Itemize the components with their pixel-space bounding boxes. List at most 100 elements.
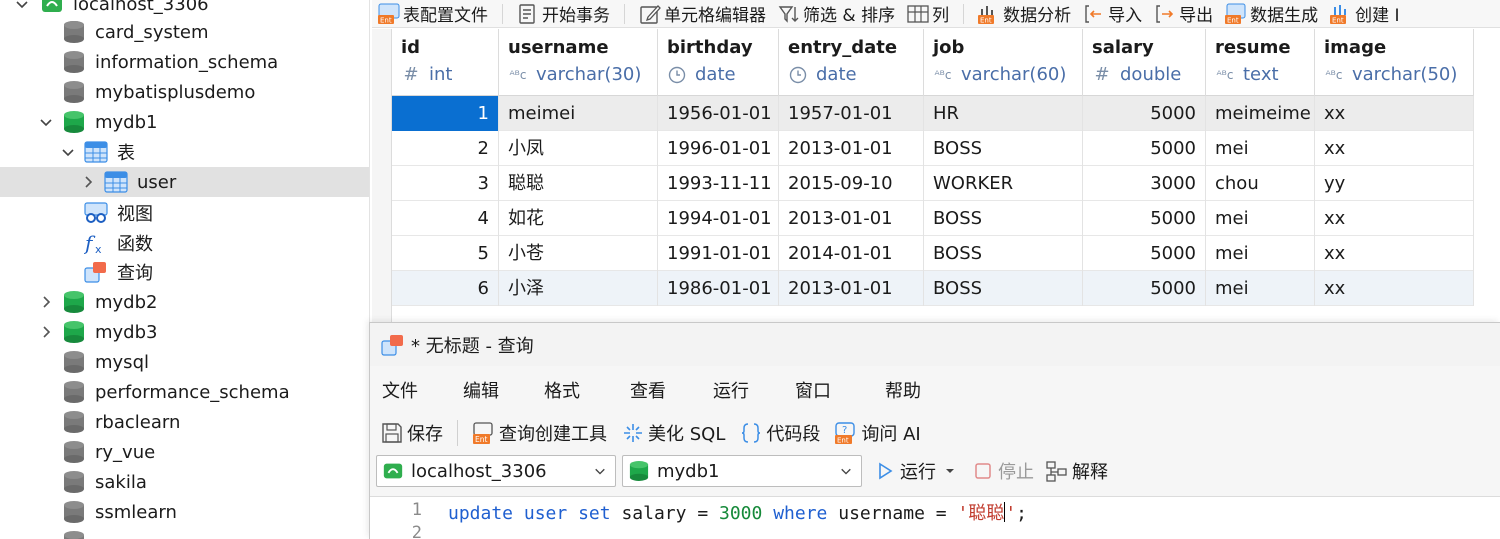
cell-entry-date[interactable]: 2014-01-01 — [779, 236, 924, 271]
cell-id[interactable]: 2 — [392, 131, 499, 166]
caret-down-icon[interactable] — [944, 460, 956, 482]
column-header-resume[interactable]: resume ᴬᴮc text — [1206, 29, 1315, 96]
tree-db-mysql[interactable]: mysql — [0, 347, 369, 377]
cell-id[interactable]: 4 — [392, 201, 499, 236]
column-header-salary[interactable]: salary # double — [1083, 29, 1206, 96]
cell-salary[interactable]: 5000 — [1083, 271, 1206, 306]
menu-window[interactable]: 窗口 — [795, 377, 831, 403]
column-header-entry-date[interactable]: entry_date date — [779, 29, 924, 96]
chevron-right-icon[interactable] — [38, 324, 54, 340]
cell-editor-button[interactable]: 单元格编辑器 — [633, 0, 772, 27]
cell-birthday[interactable]: 1994-01-01 — [658, 201, 779, 236]
chevron-down-icon[interactable] — [60, 144, 76, 160]
cell-username[interactable]: 小泽 — [499, 271, 658, 306]
data-analysis-button[interactable]: Ent 数据分析 — [972, 0, 1077, 27]
cell-resume[interactable]: chou — [1206, 166, 1315, 201]
cell-job[interactable]: BOSS — [924, 236, 1083, 271]
cell-entry-date[interactable]: 2015-09-10 — [779, 166, 924, 201]
stop-button[interactable]: 停止 — [966, 455, 1040, 487]
code-snippet-button[interactable]: 代码段 — [735, 418, 824, 448]
tree-db-mybatisplusdemo[interactable]: mybatisplusdemo — [0, 77, 369, 107]
cell-job[interactable]: BOSS — [924, 271, 1083, 306]
column-header-job[interactable]: job ᴬᴮc varchar(60) — [924, 29, 1083, 96]
create-button[interactable]: Ent 创建 I — [1324, 0, 1405, 27]
table-row[interactable]: 1 meimei 1956-01-01 1957-01-01 HR 5000 m… — [392, 96, 1474, 131]
cell-id[interactable]: 6 — [392, 271, 499, 306]
menu-format[interactable]: 格式 — [544, 377, 580, 403]
cell-entry-date[interactable]: 1957-01-01 — [779, 96, 924, 131]
cell-resume[interactable]: mei — [1206, 236, 1315, 271]
tree-db-sakila[interactable]: sakila — [0, 467, 369, 497]
save-button[interactable]: 保存 — [376, 418, 447, 448]
cell-job[interactable]: BOSS — [924, 201, 1083, 236]
cell-birthday[interactable]: 1956-01-01 — [658, 96, 779, 131]
cell-username[interactable]: 聪聪 — [499, 166, 658, 201]
cell-image[interactable]: xx — [1315, 201, 1474, 236]
cell-salary[interactable]: 5000 — [1083, 201, 1206, 236]
cell-id[interactable]: 5 — [392, 236, 499, 271]
tree-db-ssmlearn[interactable]: ssmlearn — [0, 497, 369, 527]
cell-image[interactable]: xx — [1315, 271, 1474, 306]
cell-job[interactable]: WORKER — [924, 166, 1083, 201]
chevron-down-icon[interactable] — [593, 464, 607, 478]
cell-username[interactable]: 如花 — [499, 201, 658, 236]
cell-entry-date[interactable]: 2013-01-01 — [779, 131, 924, 166]
cell-username[interactable]: 小苍 — [499, 236, 658, 271]
export-button[interactable]: 导出 — [1148, 0, 1219, 27]
cell-birthday[interactable]: 1993-11-11 — [658, 166, 779, 201]
import-button[interactable]: 导入 — [1077, 0, 1148, 27]
cell-id[interactable]: 3 — [392, 166, 499, 201]
tree-tables-folder[interactable]: 表 — [0, 137, 369, 167]
cell-username[interactable]: meimei — [499, 96, 658, 131]
cell-job[interactable]: HR — [924, 96, 1083, 131]
cell-job[interactable]: BOSS — [924, 131, 1083, 166]
data-generation-button[interactable]: Ent 数据生成 — [1219, 0, 1324, 27]
table-row[interactable]: 2 小凤 1996-01-01 2013-01-01 BOSS 5000 mei… — [392, 131, 1474, 166]
explain-button[interactable]: 解释 — [1040, 455, 1114, 487]
chevron-down-icon[interactable] — [839, 464, 853, 478]
cell-image[interactable]: xx — [1315, 131, 1474, 166]
menu-run[interactable]: 运行 — [713, 377, 749, 403]
tree-db-information-schema[interactable]: information_schema — [0, 47, 369, 77]
tree-db-card-system[interactable]: card_system — [0, 17, 369, 47]
tree-db-partial[interactable] — [0, 527, 369, 539]
cell-resume[interactable]: mei — [1206, 271, 1315, 306]
cell-entry-date[interactable]: 2013-01-01 — [779, 201, 924, 236]
cell-birthday[interactable]: 1986-01-01 — [658, 271, 779, 306]
tree-db-mydb3[interactable]: mydb3 — [0, 317, 369, 347]
tree-views-folder[interactable]: 视图 — [0, 198, 369, 228]
begin-transaction-button[interactable]: 开始事务 — [511, 0, 616, 27]
cell-salary[interactable]: 5000 — [1083, 236, 1206, 271]
tree-db-rbaclearn[interactable]: rbaclearn — [0, 407, 369, 437]
chevron-down-icon[interactable] — [38, 114, 54, 130]
chevron-right-icon[interactable] — [80, 174, 96, 190]
menu-edit[interactable]: 编辑 — [463, 377, 499, 403]
table-row[interactable]: 3 聪聪 1993-11-11 2015-09-10 WORKER 3000 c… — [392, 166, 1474, 201]
cell-username[interactable]: 小凤 — [499, 131, 658, 166]
cell-resume[interactable]: mei — [1206, 131, 1315, 166]
menu-help[interactable]: 帮助 — [885, 377, 921, 403]
table-row[interactable]: 6 小泽 1986-01-01 2013-01-01 BOSS 5000 mei… — [392, 271, 1474, 306]
cell-salary[interactable]: 5000 — [1083, 131, 1206, 166]
tree-functions-folder[interactable]: fx 函数 — [0, 228, 369, 258]
column-header-image[interactable]: image ᴬᴮc varchar(50) — [1315, 29, 1474, 96]
table-row[interactable]: 5 小苍 1991-01-01 2014-01-01 BOSS 5000 mei… — [392, 236, 1474, 271]
chevron-right-icon[interactable] — [38, 294, 54, 310]
chevron-down-icon[interactable] — [14, 0, 30, 12]
query-builder-button[interactable]: Ent 查询创建工具 — [468, 418, 611, 448]
run-button[interactable]: 运行 — [868, 455, 966, 487]
tree-db-performance-schema[interactable]: performance_schema — [0, 377, 369, 407]
table-row[interactable]: 4 如花 1994-01-01 2013-01-01 BOSS 5000 mei… — [392, 201, 1474, 236]
cell-image[interactable]: xx — [1315, 236, 1474, 271]
tree-db-mydb1[interactable]: mydb1 — [0, 107, 369, 137]
connection-select[interactable]: localhost_3306 — [376, 455, 616, 487]
tree-queries-folder[interactable]: 查询 — [0, 257, 369, 287]
tree-table-user[interactable]: user — [0, 167, 369, 197]
cell-salary[interactable]: 5000 — [1083, 96, 1206, 131]
cell-salary[interactable]: 3000 — [1083, 166, 1206, 201]
query-titlebar[interactable]: * 无标题 - 查询 — [370, 323, 1500, 366]
tree-db-mydb2[interactable]: mydb2 — [0, 287, 369, 317]
cell-birthday[interactable]: 1996-01-01 — [658, 131, 779, 166]
columns-button[interactable]: 列 — [901, 0, 955, 27]
database-select[interactable]: mydb1 — [622, 455, 862, 487]
